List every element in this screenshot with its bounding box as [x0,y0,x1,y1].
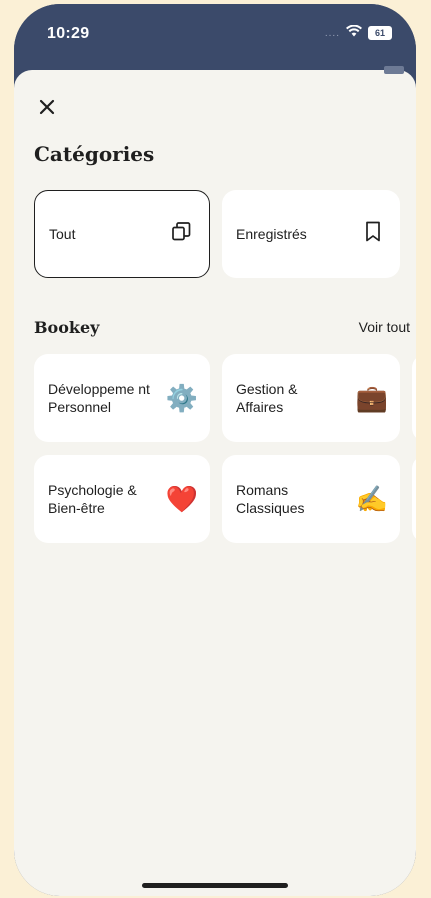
home-indicator[interactable] [142,883,288,888]
category-card-classic-novels[interactable]: Romans Classiques ✍️ [222,455,400,543]
category-card-psychology[interactable]: Psychologie & Bien-être ❤️ [34,455,210,543]
briefcase-icon: 💼 [355,383,388,413]
writing-hand-icon: ✍️ [355,484,388,514]
bookmark-icon [362,220,384,249]
see-all-link[interactable]: Voir tout [359,319,410,335]
close-icon [39,99,55,115]
filter-saved-label: Enregistrés [236,225,307,242]
close-button[interactable] [36,96,58,118]
category-card-partial[interactable]: FI [412,354,416,442]
signal-icon: .... [324,27,340,39]
gear-icon: ⚙️ [165,383,198,413]
categories-sheet: Catégories Tout Enregistrés Bookey Voir … [14,66,416,896]
filter-all-label: Tout [49,225,76,242]
category-card-partial[interactable]: E& [412,455,416,543]
heart-icon: ❤️ [165,484,198,514]
category-card-personal-development[interactable]: Développeme nt Personnel ⚙️ [34,354,210,442]
category-label: Romans Classiques [236,481,305,516]
page-title: Catégories [34,142,155,166]
category-label: Développeme nt Personnel [48,380,150,415]
section-title-bookey: Bookey [34,318,100,337]
status-time: 10:29 [47,25,90,42]
category-card-business[interactable]: Gestion & Affaires 💼 [222,354,400,442]
status-bar: 10:29 .... 61 [14,4,416,70]
status-icons: .... 61 [325,24,392,42]
battery-icon: 61 [368,26,392,40]
wifi-icon [346,24,362,42]
phone-frame: 10:29 .... 61 Catégories Tout Enregistré… [14,4,416,896]
category-label: Psychologie & Bien-être [48,481,137,516]
category-label: Gestion & Affaires [236,380,298,415]
filter-all-card[interactable]: Tout [34,190,210,278]
background-tab-hint [384,66,404,74]
copy-icon [169,220,193,249]
filter-saved-card[interactable]: Enregistrés [222,190,400,278]
